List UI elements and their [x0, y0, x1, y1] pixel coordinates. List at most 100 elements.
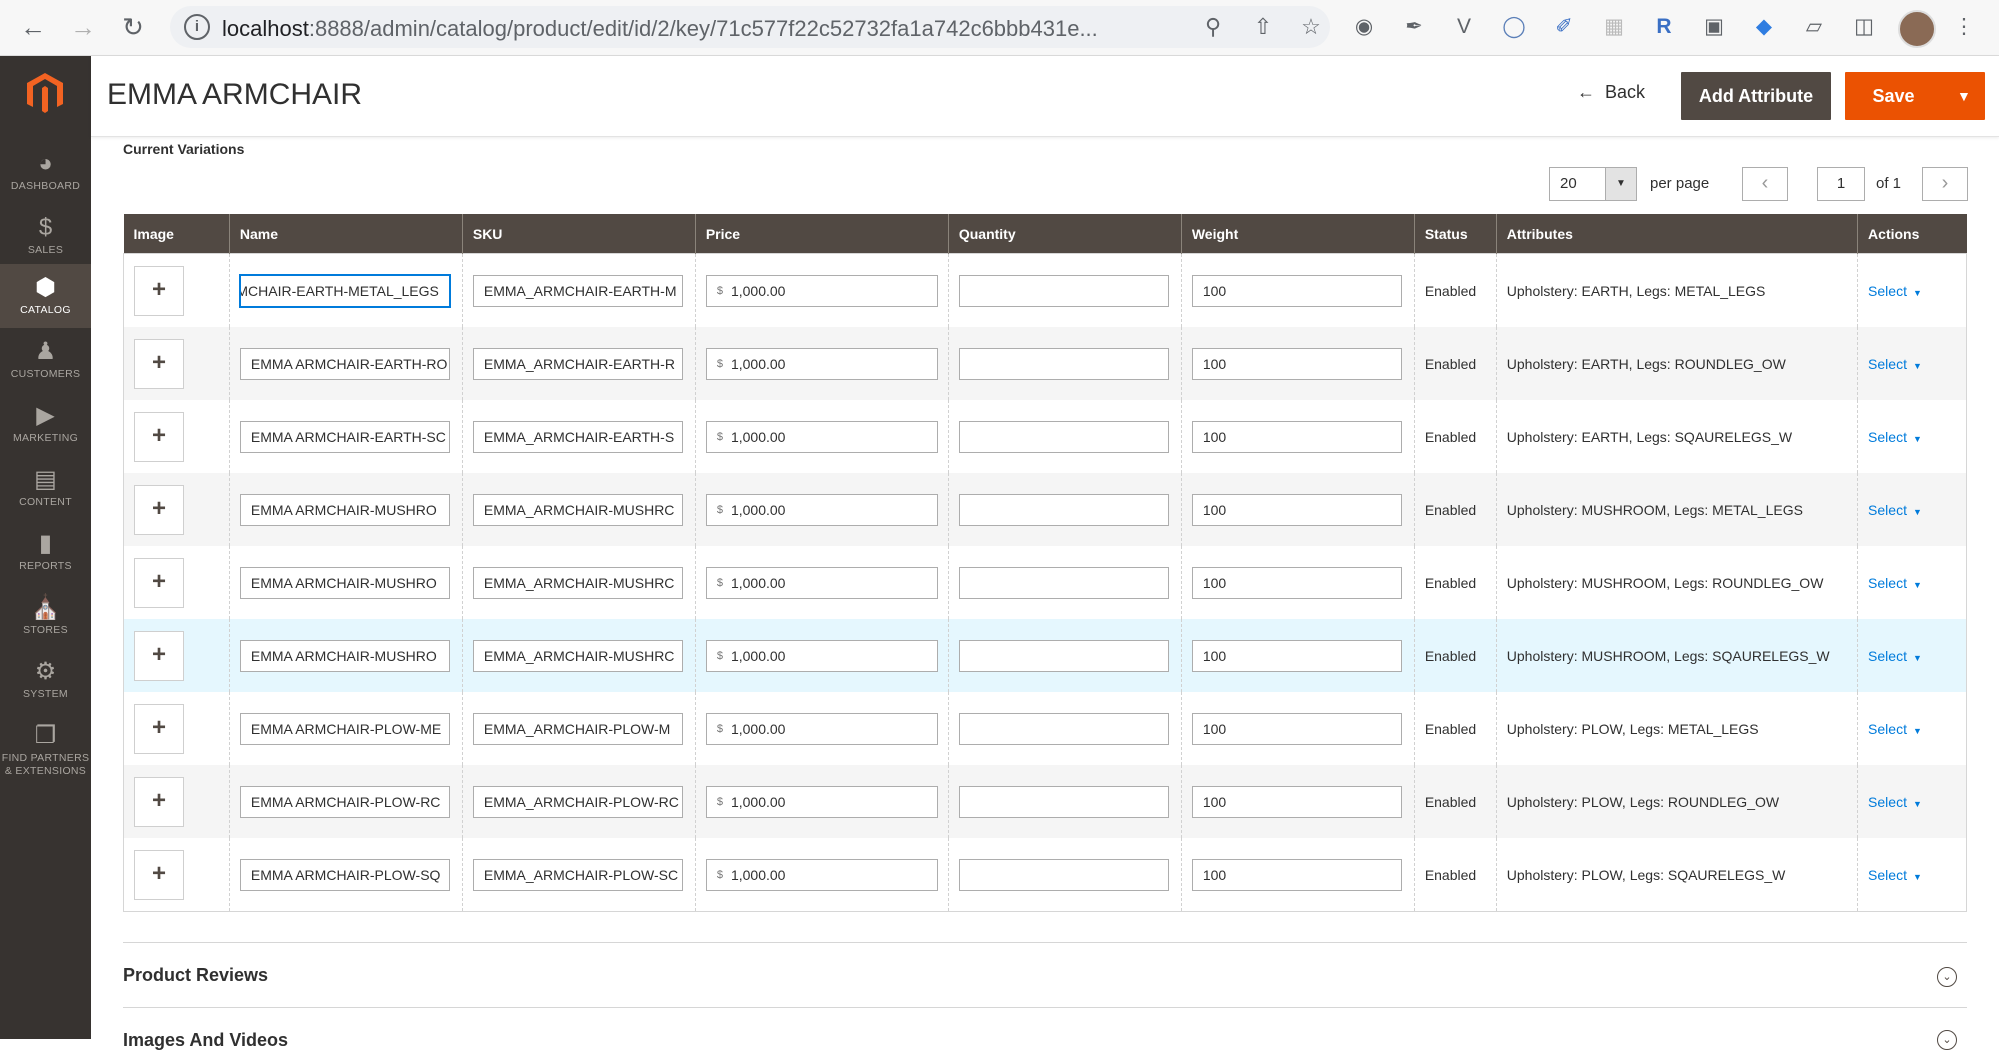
- name-input[interactable]: EMMA ARMCHAIR-EARTH-SC: [239, 420, 450, 453]
- sku-input[interactable]: EMMA_ARMCHAIR-PLOW-RC: [472, 785, 683, 818]
- sidebar-item-catalog[interactable]: ⬢ CATALOG: [0, 264, 91, 328]
- quantity-input[interactable]: [958, 566, 1169, 599]
- sidebar-item-marketing[interactable]: ▶ MARKETING: [0, 392, 91, 456]
- select-action-link[interactable]: Select ▼: [1868, 648, 1922, 664]
- profile-avatar[interactable]: [1898, 10, 1936, 48]
- tag-extension-icon[interactable]: ◆: [1750, 13, 1778, 41]
- add-image-button[interactable]: +: [134, 557, 184, 608]
- price-input[interactable]: $1,000.00: [705, 420, 938, 453]
- eyedropper-extension-icon[interactable]: ✒: [1400, 13, 1428, 41]
- chevron-down-icon[interactable]: ▼: [1605, 168, 1636, 200]
- name-input[interactable]: EMMA ARMCHAIR-PLOW-SQ: [239, 858, 450, 891]
- camera-extension-icon[interactable]: ◉: [1350, 13, 1378, 41]
- quantity-input[interactable]: [958, 493, 1169, 526]
- share-icon[interactable]: ⇧: [1250, 14, 1276, 40]
- select-action-link[interactable]: Select ▼: [1868, 867, 1922, 883]
- weight-input[interactable]: 100: [1191, 347, 1402, 380]
- add-image-button[interactable]: +: [134, 703, 184, 754]
- quantity-input[interactable]: [958, 712, 1169, 745]
- quantity-input[interactable]: [958, 639, 1169, 672]
- address-bar[interactable]: i localhost:8888/admin/catalog/product/e…: [170, 6, 1330, 48]
- price-input[interactable]: $1,000.00: [705, 639, 938, 672]
- name-input[interactable]: EMMA ARMCHAIR-MUSHRO: [239, 639, 450, 672]
- select-action-link[interactable]: Select ▼: [1868, 429, 1922, 445]
- weight-input[interactable]: 100: [1191, 493, 1402, 526]
- weight-input[interactable]: 100: [1191, 858, 1402, 891]
- reload-icon[interactable]: ↻: [118, 12, 148, 42]
- price-input[interactable]: $1,000.00: [705, 712, 938, 745]
- add-image-button[interactable]: +: [134, 776, 184, 827]
- puzzle-extensions-icon[interactable]: ▱: [1800, 13, 1828, 41]
- sku-input[interactable]: EMMA_ARMCHAIR-PLOW-SC: [472, 858, 683, 891]
- price-input[interactable]: $1,000.00: [705, 493, 938, 526]
- sku-input[interactable]: EMMA_ARMCHAIR-MUSHRC: [472, 639, 683, 672]
- select-action-link[interactable]: Select ▼: [1868, 721, 1922, 737]
- sku-input[interactable]: EMMA_ARMCHAIR-EARTH-R: [472, 347, 683, 380]
- sidebar-item-stores[interactable]: ⛪ STORES: [0, 584, 91, 648]
- add-image-button[interactable]: +: [134, 411, 184, 462]
- forward-arrow-icon[interactable]: →: [68, 12, 98, 42]
- price-input[interactable]: $1,000.00: [705, 858, 938, 891]
- sku-input[interactable]: EMMA_ARMCHAIR-EARTH-M: [472, 274, 683, 307]
- next-page-button[interactable]: ›: [1922, 167, 1968, 201]
- product-reviews-section[interactable]: Product Reviews ⌄: [123, 942, 1967, 1007]
- sidebar-item-reports[interactable]: ▮ REPORTS: [0, 520, 91, 584]
- chevron-down-icon[interactable]: ⌄: [1937, 967, 1957, 987]
- quantity-input[interactable]: [958, 420, 1169, 453]
- add-image-button[interactable]: +: [134, 265, 184, 316]
- r-extension-icon[interactable]: R: [1650, 13, 1678, 41]
- select-action-link[interactable]: Select ▼: [1868, 356, 1922, 372]
- quantity-input[interactable]: [958, 347, 1169, 380]
- quantity-input[interactable]: [958, 785, 1169, 818]
- price-input[interactable]: $1,000.00: [705, 785, 938, 818]
- price-input[interactable]: $1,000.00: [705, 566, 938, 599]
- name-input[interactable]: EMMA ARMCHAIR-PLOW-RC: [239, 785, 450, 818]
- add-image-button[interactable]: +: [134, 630, 184, 681]
- name-input[interactable]: EMMA ARMCHAIR-MUSHRO: [239, 566, 450, 599]
- select-action-link[interactable]: Select ▼: [1868, 794, 1922, 810]
- chevron-down-icon[interactable]: ▼: [1957, 72, 1971, 120]
- weight-input[interactable]: 100: [1191, 785, 1402, 818]
- name-input[interactable]: EMMA ARMCHAIR-MUSHRO: [239, 493, 450, 526]
- browser-menu-icon[interactable]: ⋮: [1950, 13, 1978, 41]
- name-input[interactable]: EMMA ARMCHAIR-EARTH-RO: [239, 347, 450, 380]
- save-button[interactable]: Save ▼: [1845, 72, 1985, 120]
- price-input[interactable]: $1,000.00: [705, 274, 938, 307]
- add-image-button[interactable]: +: [134, 338, 184, 389]
- sidebar-item-find-partners[interactable]: ❐ FIND PARTNERS & EXTENSIONS: [0, 712, 91, 792]
- quantity-input[interactable]: [958, 274, 1169, 307]
- pen-extension-icon[interactable]: ✐: [1550, 13, 1578, 41]
- circle-extension-icon[interactable]: ◯: [1500, 13, 1528, 41]
- sidebar-item-system[interactable]: ⚙ SYSTEM: [0, 648, 91, 712]
- section-heading[interactable]: Images And Videos: [123, 1030, 288, 1051]
- select-action-link[interactable]: Select ▼: [1868, 575, 1922, 591]
- price-input[interactable]: $1,000.00: [705, 347, 938, 380]
- weight-input[interactable]: 100: [1191, 712, 1402, 745]
- back-button[interactable]: ← Back: [1577, 82, 1645, 103]
- select-action-link[interactable]: Select ▼: [1868, 502, 1922, 518]
- grid-extension-icon[interactable]: ▦: [1600, 13, 1628, 41]
- select-action-link[interactable]: Select ▼: [1868, 283, 1922, 299]
- card-extension-icon[interactable]: ▣: [1700, 13, 1728, 41]
- section-heading[interactable]: Product Reviews: [123, 965, 268, 986]
- sku-input[interactable]: EMMA_ARMCHAIR-MUSHRC: [472, 566, 683, 599]
- sku-input[interactable]: EMMA_ARMCHAIR-EARTH-S: [472, 420, 683, 453]
- weight-input[interactable]: 100: [1191, 420, 1402, 453]
- zoom-icon[interactable]: ⚲: [1200, 14, 1226, 40]
- quantity-input[interactable]: [958, 858, 1169, 891]
- back-arrow-icon[interactable]: ←: [18, 12, 48, 42]
- sidebar-item-sales[interactable]: $ SALES: [0, 204, 91, 268]
- add-image-button[interactable]: +: [134, 849, 184, 900]
- weight-input[interactable]: 100: [1191, 274, 1402, 307]
- add-attribute-button[interactable]: Add Attribute: [1681, 72, 1831, 120]
- weight-input[interactable]: 100: [1191, 639, 1402, 672]
- previous-page-button[interactable]: ‹: [1742, 167, 1788, 201]
- sku-input[interactable]: EMMA_ARMCHAIR-MUSHRC: [472, 493, 683, 526]
- sidebar-item-customers[interactable]: ♟ CUSTOMERS: [0, 328, 91, 392]
- per-page-select[interactable]: 20 ▼: [1549, 167, 1637, 201]
- site-info-icon[interactable]: i: [184, 14, 210, 40]
- v-extension-icon[interactable]: V: [1450, 13, 1478, 41]
- chevron-down-icon[interactable]: ⌄: [1937, 1030, 1957, 1050]
- name-input[interactable]: MCHAIR-EARTH-METAL_LEGS: [239, 274, 450, 307]
- sidebar-item-content[interactable]: ▤ CONTENT: [0, 456, 91, 520]
